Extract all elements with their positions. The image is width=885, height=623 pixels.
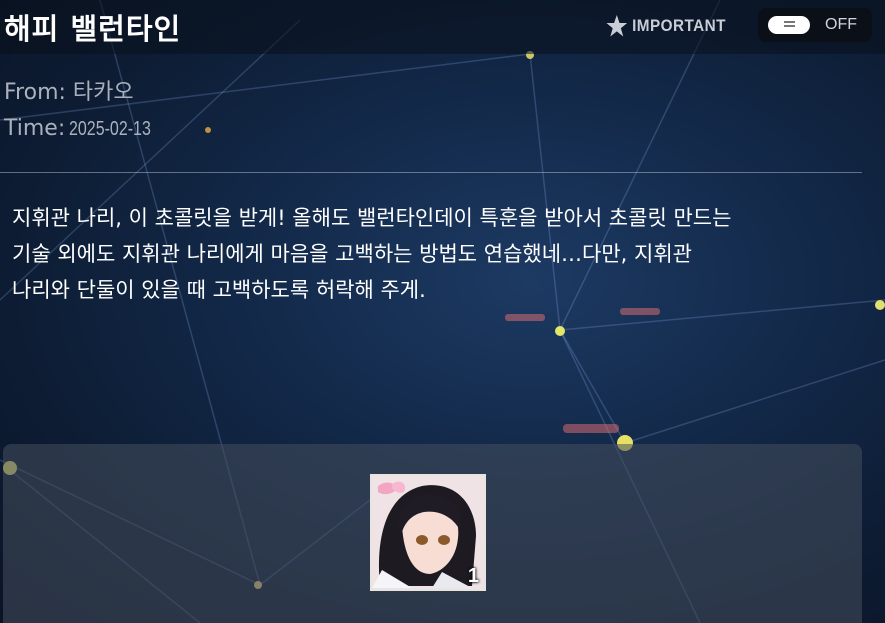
important-toggle[interactable]: OFF xyxy=(758,8,872,42)
sender-name: 타카오 xyxy=(72,80,134,105)
item-count: 1 xyxy=(467,565,479,587)
time-label: Time: xyxy=(4,116,66,141)
toggle-knob xyxy=(768,16,810,34)
divider xyxy=(0,172,862,173)
important-marker[interactable]: IMPORTANT xyxy=(606,12,726,40)
attachment-item[interactable]: 1 xyxy=(370,474,486,591)
star-icon xyxy=(606,15,628,37)
mail-title: 해피 밸런타인 xyxy=(4,12,182,46)
from-label: From: xyxy=(4,80,66,105)
toggle-label: OFF xyxy=(825,16,857,33)
sender-line: From: 타카오 xyxy=(4,74,134,106)
message-line: 나리와 단둘이 있을 때 고백하도록 허락해 주게. xyxy=(12,278,426,302)
message-body: 지휘관 나리, 이 초콜릿을 받게! 올해도 밸런타인데이 특훈을 받아서 초콜… xyxy=(12,200,862,308)
time-line: Time: 2025-02-13 xyxy=(4,116,172,141)
important-label: IMPORTANT xyxy=(632,16,726,35)
message-line: 지휘관 나리, 이 초콜릿을 받게! 올해도 밸런타인데이 특훈을 받아서 초콜… xyxy=(12,206,732,230)
message-line: 기술 외에도 지휘관 나리에게 마음을 고백하는 방법도 연습했네…다만, 지휘… xyxy=(12,242,692,266)
time-value: 2025-02-13 xyxy=(69,118,152,140)
